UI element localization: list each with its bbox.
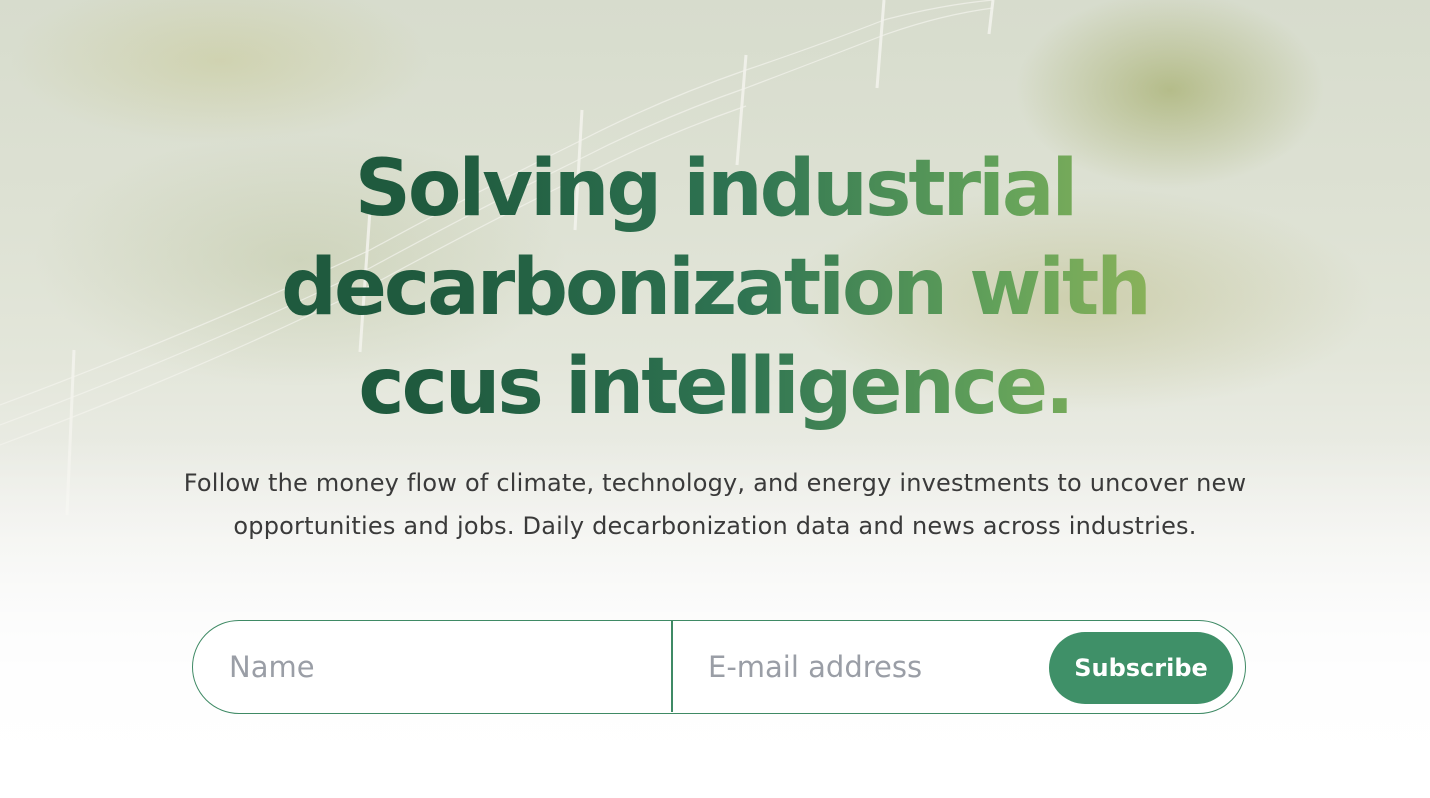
subtitle-line-1: Follow the money flow of climate, techno…	[183, 469, 1247, 497]
email-input[interactable]	[708, 621, 1048, 712]
headline-line-2: decarbonization with	[281, 243, 1149, 333]
hero-headline: Solving industrial decarbonization with …	[0, 140, 1430, 437]
subscribe-button[interactable]: Subscribe	[1049, 632, 1233, 704]
hero-subtitle: Follow the money flow of climate, techno…	[115, 462, 1315, 548]
name-input[interactable]	[229, 621, 669, 712]
newsletter-form: Subscribe	[192, 620, 1246, 714]
headline-line-1: Solving industrial	[354, 144, 1076, 234]
hero-section: Solving industrial decarbonization with …	[0, 0, 1430, 798]
field-divider	[671, 621, 673, 712]
headline-line-3: ccus intelligence.	[358, 342, 1072, 432]
subtitle-line-2: opportunities and jobs. Daily decarboniz…	[233, 512, 1197, 540]
